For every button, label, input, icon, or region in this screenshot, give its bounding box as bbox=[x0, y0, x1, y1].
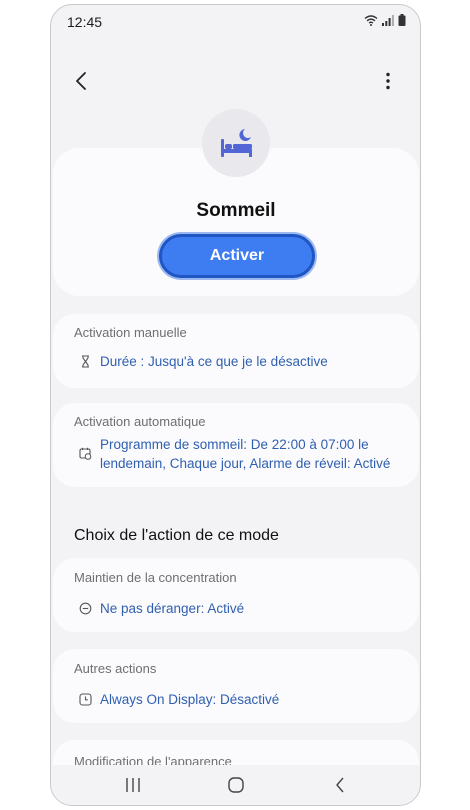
nav-back-icon bbox=[336, 777, 344, 793]
card-title: Activation manuelle bbox=[74, 325, 187, 340]
hourglass-icon bbox=[82, 355, 89, 368]
recents-button[interactable] bbox=[119, 773, 147, 797]
status-icons bbox=[364, 14, 406, 26]
signal-icon bbox=[382, 14, 394, 26]
wifi-icon bbox=[364, 15, 378, 26]
home-button[interactable] bbox=[221, 773, 251, 797]
more-options-button[interactable] bbox=[376, 67, 400, 95]
back-arrow-icon bbox=[76, 72, 86, 90]
other-actions-card[interactable]: Autres actions Always On Display: Désact… bbox=[53, 649, 419, 723]
card-title: Activation automatique bbox=[74, 414, 206, 429]
nav-back-button[interactable] bbox=[327, 773, 353, 797]
schedule-line-2: lendemain, Chaque jour, Alarme de réveil… bbox=[100, 456, 391, 471]
card-title: Autres actions bbox=[74, 661, 157, 676]
aod-text: Always On Display: Désactivé bbox=[100, 692, 280, 707]
duration-text: Durée : Jusqu'à ce que je le désactive bbox=[100, 354, 328, 369]
section-heading-actions: Choix de l'action de ce mode bbox=[74, 527, 279, 544]
automatic-activation-card[interactable]: Activation automatique Programme de somm… bbox=[53, 403, 419, 487]
bed-moon-icon bbox=[221, 129, 252, 157]
back-button[interactable] bbox=[67, 67, 95, 95]
schedule-row[interactable]: Programme de sommeil: De 22:00 à 07:00 l… bbox=[79, 435, 390, 473]
do-not-disturb-icon bbox=[79, 602, 92, 615]
duration-row[interactable]: Durée : Jusqu'à ce que je le désactive bbox=[79, 352, 328, 371]
dnd-row[interactable]: Ne pas déranger: Activé bbox=[79, 599, 244, 618]
battery-icon bbox=[398, 14, 406, 26]
phone-frame: 12:45 Sommeil Activer Activation manuell… bbox=[50, 4, 421, 806]
recents-icon bbox=[126, 778, 140, 792]
more-vert-icon bbox=[386, 72, 390, 90]
clock-icon bbox=[79, 693, 92, 706]
mode-icon-badge bbox=[202, 109, 270, 177]
calendar-clock-icon bbox=[79, 447, 92, 460]
activate-button[interactable]: Activer bbox=[159, 234, 315, 278]
status-bar: 12:45 bbox=[51, 5, 420, 39]
top-app-bar bbox=[51, 61, 420, 101]
focus-card[interactable]: Maintien de la concentration Ne pas déra… bbox=[53, 558, 419, 632]
navigation-bar bbox=[51, 765, 420, 805]
dnd-text: Ne pas déranger: Activé bbox=[100, 601, 245, 616]
home-icon bbox=[228, 777, 244, 793]
schedule-line-1: Programme de sommeil: De 22:00 à 07:00 l… bbox=[100, 437, 369, 452]
mode-title: Sommeil bbox=[196, 200, 276, 221]
manual-activation-card[interactable]: Activation manuelle Durée : Jusqu'à ce q… bbox=[53, 314, 419, 388]
aod-row[interactable]: Always On Display: Désactivé bbox=[79, 690, 279, 709]
card-title: Maintien de la concentration bbox=[74, 570, 237, 585]
status-time: 12:45 bbox=[67, 14, 103, 30]
